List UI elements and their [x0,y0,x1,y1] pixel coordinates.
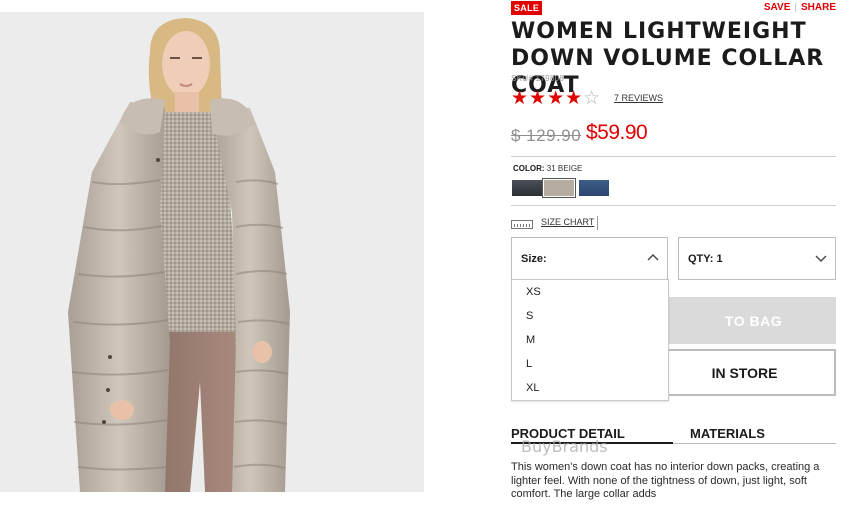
size-select-label: Size: [521,253,547,265]
save-link[interactable]: SAVE [764,2,791,13]
chevron-up-icon [647,254,659,261]
size-option-xl[interactable]: XL [526,382,539,394]
ruler-icon [511,220,533,229]
star-filled-icons: ★★★★ [511,88,584,109]
top-links: SAVE | SHARE [764,2,836,13]
model-in-coat-illustration [0,12,424,492]
star-empty-icon: ☆ [583,88,602,109]
top-links-separator: | [794,2,797,13]
product-image[interactable] [0,12,424,492]
product-sku: SKU# 179808 [511,74,565,83]
rating-stars: ★★★★☆ [511,89,601,109]
add-to-bag-label: TO BAG [724,312,783,329]
size-option-l[interactable]: L [526,358,532,370]
color-label: COLOR: 31 BEIGE [513,164,582,173]
find-in-store-label: IN STORE [711,364,778,381]
color-swatch-navy[interactable] [579,180,609,196]
color-swatch-beige[interactable] [542,178,576,198]
size-select[interactable]: Size: [511,237,668,280]
divider [511,156,836,157]
sale-badge: SALE [511,1,543,15]
product-description: This women's down coat has no interior d… [511,461,820,500]
quantity-select-label: QTY: 1 [688,253,723,265]
product-title: WOMEN LIGHTWEIGHT DOWN VOLUME COLLAR COA… [511,19,825,98]
color-swatch-dark-gray[interactable] [512,180,542,196]
color-selected-name: 31 BEIGE [546,164,583,173]
size-dropdown-list: XS S M L XL [511,279,669,401]
sale-price: $59.90 [586,121,648,144]
original-price: $ 129.90 [511,126,582,145]
size-chart-link[interactable]: SIZE CHART [541,217,594,227]
quantity-select[interactable]: QTY: 1 [678,237,836,280]
watermark: BuyBrands [521,437,608,456]
share-link[interactable]: SHARE [801,2,836,13]
reviews-link[interactable]: 7 REVIEWS [614,93,663,103]
vertical-separator [597,216,598,230]
divider [511,205,836,206]
tab-divider [673,443,836,444]
size-option-s[interactable]: S [526,310,533,322]
size-option-xs[interactable]: XS [526,286,541,298]
chevron-down-icon [815,255,827,262]
tab-materials[interactable]: MATERIALS [690,426,765,441]
color-label-prefix: COLOR: [513,164,545,173]
size-option-m[interactable]: M [526,334,535,346]
